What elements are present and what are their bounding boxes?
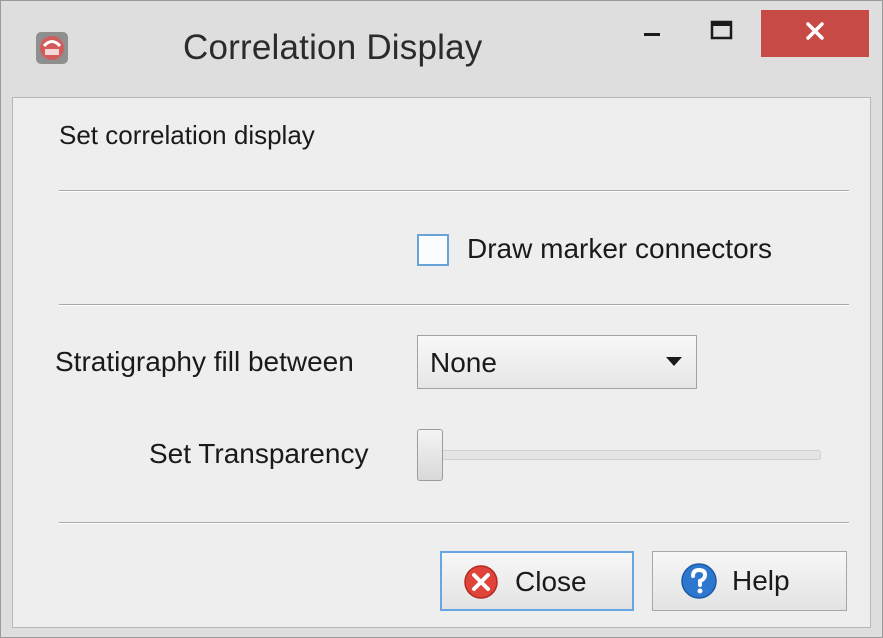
close-button[interactable]: Close xyxy=(440,551,634,611)
separator xyxy=(59,190,849,192)
close-button-label: Close xyxy=(515,566,587,597)
separator xyxy=(59,304,849,306)
correlation-display-dialog: Correlation Display Set correlation disp… xyxy=(0,0,883,638)
close-icon xyxy=(806,22,824,40)
help-button-label: Help xyxy=(732,565,790,596)
close-circle-icon xyxy=(464,565,498,599)
chevron-down-icon xyxy=(666,357,682,366)
maximize-button[interactable] xyxy=(693,11,749,57)
section-label: Set correlation display xyxy=(59,120,315,150)
transparency-label: Set Transparency xyxy=(149,438,369,469)
separator xyxy=(59,522,849,524)
title-bar[interactable]: Correlation Display xyxy=(1,1,882,97)
help-circle-icon xyxy=(681,563,717,599)
transparency-slider-track[interactable] xyxy=(441,450,821,460)
minimize-button[interactable] xyxy=(627,11,679,57)
draw-marker-connectors-checkbox[interactable] xyxy=(417,234,449,266)
help-button[interactable]: Help xyxy=(652,551,847,611)
close-window-button[interactable] xyxy=(761,10,869,57)
dialog-content: Set correlation display Draw marker conn… xyxy=(12,97,871,628)
stratigraphy-fill-select[interactable]: None xyxy=(417,335,697,389)
window-title: Correlation Display xyxy=(183,28,483,67)
app-icon xyxy=(36,32,68,64)
transparency-slider-thumb[interactable] xyxy=(417,429,443,481)
minimize-icon xyxy=(644,33,660,36)
draw-marker-connectors-label[interactable]: Draw marker connectors xyxy=(467,233,772,265)
maximize-icon xyxy=(710,20,733,40)
stratigraphy-fill-value: None xyxy=(430,347,497,378)
stratigraphy-fill-label: Stratigraphy fill between xyxy=(55,346,354,377)
